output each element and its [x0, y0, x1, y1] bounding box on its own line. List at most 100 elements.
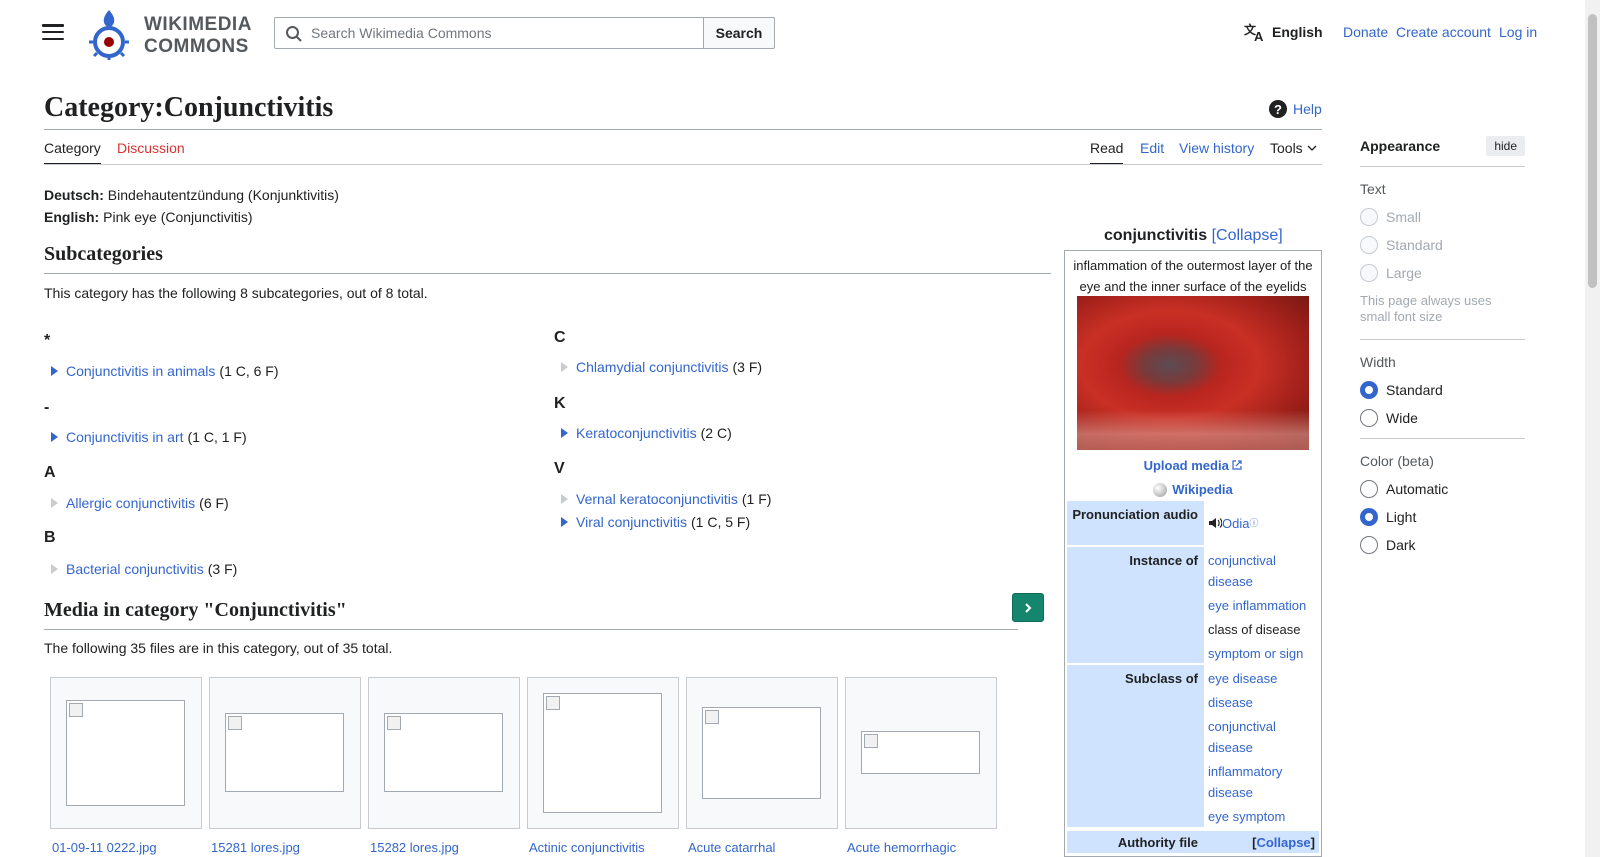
file-thumbnail[interactable] — [225, 713, 344, 792]
color-option-light[interactable]: Light — [1360, 503, 1525, 531]
file-thumbnail[interactable] — [702, 707, 821, 799]
tools-dropdown[interactable]: Tools — [1270, 140, 1317, 156]
infobox-value: Odia ⓘ — [1204, 501, 1319, 545]
tab-read[interactable]: Read — [1090, 140, 1124, 165]
text-size-note: This page always uses small font size — [1360, 293, 1492, 324]
site-logo[interactable]: WIKIMEDIA COMMONS — [88, 8, 258, 60]
pronunciation-language-link[interactable]: Odia — [1222, 513, 1249, 534]
file-caption[interactable]: 15281 lores.jpg — [211, 840, 300, 855]
subcategory-link[interactable]: Viral conjunctivitis — [576, 514, 687, 530]
infobox-label: Subclass of — [1067, 665, 1204, 827]
file-thumbnail[interactable] — [861, 731, 980, 774]
subcategory-link[interactable]: Conjunctivitis in art — [66, 429, 184, 445]
radio-button — [1360, 264, 1378, 282]
file-caption[interactable]: 15282 lores.jpg — [370, 840, 459, 855]
subcategory-count: (1 C, 1 F) — [187, 429, 247, 445]
gallery-item[interactable] — [527, 677, 679, 829]
label-row: English: Pink eye (Conjunctivitis) — [44, 206, 339, 228]
file-thumbnail[interactable] — [384, 713, 503, 792]
infobox-collapse-link[interactable]: [Collapse] — [1212, 227, 1283, 244]
subcategory-item: Viral conjunctivitis (1 C, 5 F) — [561, 514, 750, 530]
radio-button[interactable] — [1360, 480, 1378, 498]
radio-button[interactable] — [1360, 508, 1378, 526]
file-caption[interactable]: Acute catarrhal — [688, 840, 775, 855]
scrollbar-thumb[interactable] — [1588, 14, 1597, 288]
infobox-value-link[interactable]: eye symptom — [1208, 809, 1285, 824]
gallery-item[interactable] — [209, 677, 361, 829]
subcategory-link[interactable]: Vernal keratoconjunctivitis — [576, 491, 738, 507]
infobox-value-link[interactable]: inflammatory disease — [1208, 764, 1282, 800]
media-summary: The following 35 files are in this categ… — [44, 640, 393, 656]
infobox-value-link[interactable]: eye disease — [1208, 671, 1277, 686]
info-icon[interactable]: ⓘ — [1249, 513, 1258, 534]
width-option-standard[interactable]: Standard — [1360, 376, 1525, 404]
infobox-value-link[interactable]: conjunctival disease — [1208, 553, 1276, 589]
expand-arrow-icon[interactable] — [561, 428, 568, 438]
label-row: Deutsch: Bindehautentzündung (Konjunktiv… — [44, 184, 339, 206]
radio-button[interactable] — [1360, 409, 1378, 427]
infobox-value-link[interactable]: symptom or sign — [1208, 646, 1303, 661]
letter-heading: * — [44, 332, 51, 349]
subcategory-item: Bacterial conjunctivitis (3 F) — [51, 561, 237, 577]
create-account-link[interactable]: Create account — [1396, 24, 1491, 40]
title-divider — [44, 129, 1322, 130]
width-option-wide[interactable]: Wide — [1360, 404, 1525, 432]
hamburger-line — [42, 37, 64, 40]
file-caption[interactable]: Acute hemorrhagic — [847, 840, 956, 855]
translate-icon: 文 A — [1244, 22, 1264, 42]
gallery-item[interactable] — [50, 677, 202, 829]
gallery-item[interactable] — [368, 677, 520, 829]
color-option-automatic[interactable]: Automatic — [1360, 475, 1525, 503]
file-caption[interactable]: 01-09-11 0222.jpg — [52, 840, 157, 855]
infobox-value-link[interactable]: eye inflammation — [1208, 598, 1306, 613]
expand-arrow-icon[interactable] — [561, 517, 568, 527]
infobox-value: eye disease disease conjunctival disease… — [1204, 665, 1319, 827]
gallery-item[interactable] — [845, 677, 997, 829]
subcategory-link[interactable]: Keratoconjunctivitis — [576, 425, 697, 441]
expand-arrow-icon[interactable] — [51, 366, 58, 376]
infobox-image[interactable] — [1077, 296, 1309, 450]
hide-appearance-button[interactable]: hide — [1486, 136, 1525, 156]
subcategory-link[interactable]: Conjunctivitis in animals — [66, 363, 215, 379]
main-menu-button[interactable] — [42, 22, 64, 42]
help-link[interactable]: ? Help — [1269, 100, 1322, 118]
infobox-value-link[interactable]: disease — [1208, 695, 1253, 710]
file-thumbnail[interactable] — [66, 700, 185, 806]
option-label: Standard — [1386, 382, 1443, 398]
wikipedia-label: Wikipedia — [1172, 482, 1233, 497]
language-selector[interactable]: 文 A English — [1244, 22, 1323, 42]
subcategory-link[interactable]: Chlamydial conjunctivitis — [576, 359, 729, 375]
appearance-title: Appearance — [1360, 138, 1441, 154]
color-section: Color (beta) Automatic Light Dark — [1360, 453, 1525, 565]
donate-link[interactable]: Donate — [1343, 24, 1388, 40]
upload-media-link[interactable]: Upload media — [1065, 458, 1321, 473]
tab-category[interactable]: Category — [44, 140, 101, 165]
radio-button[interactable] — [1360, 381, 1378, 399]
subcategory-link[interactable]: Allergic conjunctivitis — [66, 495, 195, 511]
file-caption[interactable]: Actinic conjunctivitis — [529, 840, 645, 855]
authority-collapse: [Collapse] — [1252, 834, 1315, 850]
log-in-link[interactable]: Log in — [1499, 24, 1537, 40]
tab-edit[interactable]: Edit — [1140, 140, 1164, 156]
letter-heading: C — [554, 329, 566, 346]
infobox-value-text: class of disease — [1208, 622, 1301, 637]
chevron-down-icon — [1307, 145, 1317, 151]
tab-view-history[interactable]: View history — [1179, 140, 1254, 156]
letter-heading: B — [44, 529, 56, 546]
infobox-value-link[interactable]: conjunctival disease — [1208, 719, 1276, 755]
wikipedia-link[interactable]: Wikipedia — [1065, 482, 1321, 497]
letter-heading: - — [44, 399, 50, 416]
color-option-dark[interactable]: Dark — [1360, 531, 1525, 559]
next-page-button[interactable] — [1012, 593, 1044, 622]
search-button[interactable]: Search — [703, 17, 775, 49]
authority-collapse-link[interactable]: Collapse — [1256, 835, 1310, 850]
tab-discussion[interactable]: Discussion — [117, 140, 185, 156]
expand-arrow-icon[interactable] — [51, 432, 58, 442]
file-thumbnail[interactable] — [543, 693, 662, 813]
subcategory-link[interactable]: Bacterial conjunctivitis — [66, 561, 204, 577]
search-input[interactable]: Search Wikimedia Commons — [274, 17, 704, 49]
gallery-item[interactable] — [686, 677, 838, 829]
radio-button[interactable] — [1360, 536, 1378, 554]
speaker-icon[interactable] — [1208, 517, 1222, 529]
infobox-row-subclass-of: Subclass of eye disease disease conjunct… — [1067, 665, 1319, 827]
